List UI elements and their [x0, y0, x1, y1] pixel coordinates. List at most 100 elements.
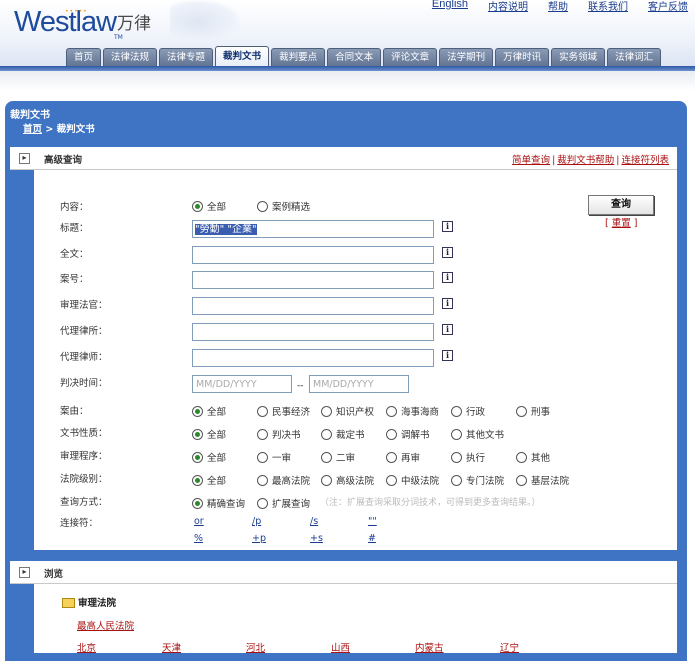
cause-radio[interactable]: 海事海商 — [386, 404, 439, 418]
doc-type-radio[interactable]: 调解书 — [386, 427, 430, 441]
fulltext-input[interactable] — [192, 246, 434, 264]
breadcrumb-home[interactable]: 首页 — [23, 124, 42, 135]
court-level-radio[interactable]: 基层法院 — [516, 473, 569, 487]
radio-label: 调解书 — [401, 430, 430, 441]
connector-link[interactable]: /p — [252, 516, 261, 527]
radio-icon — [321, 429, 332, 440]
breadcrumb: 首页 > 裁判文书 — [23, 121, 95, 135]
collapse-icon[interactable]: ▸ — [19, 567, 30, 578]
tab-contracts[interactable]: 合同文本 — [327, 48, 382, 67]
doc-type-radio[interactable]: 判决书 — [257, 427, 301, 441]
link-simple-search[interactable]: 简单查询 — [512, 155, 550, 166]
tab-practice-areas[interactable]: 实务领域 — [551, 48, 606, 67]
date-to-input[interactable]: MM/DD/YYYY — [309, 375, 409, 393]
connector-link[interactable]: +s — [310, 533, 323, 544]
court-level-radio[interactable]: 专门法院 — [451, 473, 504, 487]
header-shadow — [0, 71, 695, 91]
case-number-input[interactable] — [192, 271, 434, 289]
radio-icon — [516, 406, 527, 417]
radio-label: 全部 — [207, 407, 227, 418]
collapse-icon[interactable]: ▸ — [19, 153, 30, 164]
info-icon[interactable]: i — [442, 350, 453, 361]
fulltext-label: 全文： — [60, 249, 89, 260]
court-link-supreme[interactable]: 最高人民法院 — [77, 618, 134, 632]
query-mode-radio-expanded[interactable]: 扩展查询 — [257, 496, 310, 510]
procedure-radio[interactable]: 执行 — [451, 450, 485, 464]
reset-link[interactable]: 重置 — [612, 218, 631, 229]
connector-link[interactable]: % — [194, 533, 203, 544]
main-tabs: 首页 法律法规 法律专题 裁判文书 裁判要点 合同文本 评论文章 法学期刊 万律… — [66, 46, 663, 67]
court-level-radio[interactable]: 全部 — [192, 473, 226, 487]
cause-radio[interactable]: 知识产权 — [321, 404, 374, 418]
province-link[interactable]: 天津 — [162, 640, 181, 654]
radio-icon — [386, 429, 397, 440]
link-contact[interactable]: 联系我们 — [588, 0, 628, 13]
doc-type-radio[interactable]: 其他文书 — [451, 427, 504, 441]
tab-news[interactable]: 万律时讯 — [495, 48, 550, 67]
tab-glossary[interactable]: 法律词汇 — [607, 48, 662, 67]
info-icon[interactable]: i — [442, 221, 453, 232]
link-connector-list[interactable]: 连接符列表 — [621, 155, 669, 166]
cause-radio[interactable]: 刑事 — [516, 404, 550, 418]
province-link[interactable]: 山西 — [331, 640, 350, 654]
info-icon[interactable]: i — [442, 272, 453, 283]
radio-label: 案例精选 — [272, 202, 311, 213]
query-mode-radio-exact[interactable]: 精确查询 — [192, 496, 245, 510]
province-link[interactable]: 北京 — [77, 640, 96, 654]
link-help[interactable]: 帮助 — [548, 0, 568, 13]
tab-home[interactable]: 首页 — [66, 48, 102, 67]
court-level-radio[interactable]: 中级法院 — [386, 473, 439, 487]
doc-type-radio[interactable]: 裁定书 — [321, 427, 365, 441]
radio-label: 裁定书 — [336, 430, 365, 441]
procedure-radio[interactable]: 全部 — [192, 450, 226, 464]
content-radio-featured[interactable]: 案例精选 — [257, 199, 310, 213]
link-separator: | — [616, 155, 620, 166]
court-level-label: 法院级别： — [60, 474, 108, 485]
info-icon[interactable]: i — [442, 298, 453, 309]
link-english[interactable]: English — [432, 0, 468, 13]
radio-checked-icon — [192, 498, 203, 509]
tab-judgments[interactable]: 裁判文书 — [215, 46, 270, 67]
connector-link[interactable]: "" — [368, 516, 377, 527]
radio-icon — [386, 406, 397, 417]
tab-topics[interactable]: 法律专题 — [159, 48, 214, 67]
info-icon[interactable]: i — [442, 247, 453, 258]
connector-link[interactable]: +p — [252, 533, 266, 544]
province-link[interactable]: 内蒙古 — [415, 640, 444, 654]
cause-radio[interactable]: 民事经济 — [257, 404, 310, 418]
procedure-radio[interactable]: 一审 — [257, 450, 291, 464]
radio-label: 中级法院 — [401, 476, 440, 487]
connector-link[interactable]: # — [368, 533, 376, 544]
law-firm-input[interactable] — [192, 323, 434, 341]
tab-key-points[interactable]: 裁判要点 — [271, 48, 326, 67]
court-level-radio[interactable]: 最高法院 — [257, 473, 310, 487]
judge-input[interactable] — [192, 297, 434, 315]
link-content-info[interactable]: 内容说明 — [488, 0, 528, 13]
title-input[interactable]: "勞動" "企業" — [192, 220, 434, 238]
tab-journals[interactable]: 法学期刊 — [439, 48, 494, 67]
link-judgment-help[interactable]: 裁判文书帮助 — [557, 155, 614, 166]
breadcrumb-current: 裁判文书 — [56, 124, 95, 135]
lawyer-input[interactable] — [192, 349, 434, 367]
cause-radio[interactable]: 全部 — [192, 404, 226, 418]
tab-laws[interactable]: 法律法规 — [103, 48, 158, 67]
procedure-radio[interactable]: 再审 — [386, 450, 420, 464]
radio-icon — [321, 475, 332, 486]
content-radio-all[interactable]: 全部 — [192, 199, 226, 213]
link-feedback[interactable]: 客户反馈 — [648, 0, 688, 13]
query-button[interactable]: 查询 — [588, 195, 654, 215]
doc-type-radio[interactable]: 全部 — [192, 427, 226, 441]
radio-icon — [516, 475, 527, 486]
tab-commentary[interactable]: 评论文章 — [383, 48, 438, 67]
info-icon[interactable]: i — [442, 324, 453, 335]
connector-link[interactable]: or — [194, 516, 204, 527]
court-level-radio[interactable]: 高级法院 — [321, 473, 374, 487]
procedure-radio[interactable]: 其他 — [516, 450, 550, 464]
radio-icon — [451, 452, 462, 463]
province-link[interactable]: 河北 — [246, 640, 265, 654]
date-from-input[interactable]: MM/DD/YYYY — [192, 375, 292, 393]
connector-link[interactable]: /s — [310, 516, 318, 527]
province-link[interactable]: 辽宁 — [500, 640, 519, 654]
procedure-radio[interactable]: 二审 — [321, 450, 355, 464]
cause-radio[interactable]: 行政 — [451, 404, 485, 418]
